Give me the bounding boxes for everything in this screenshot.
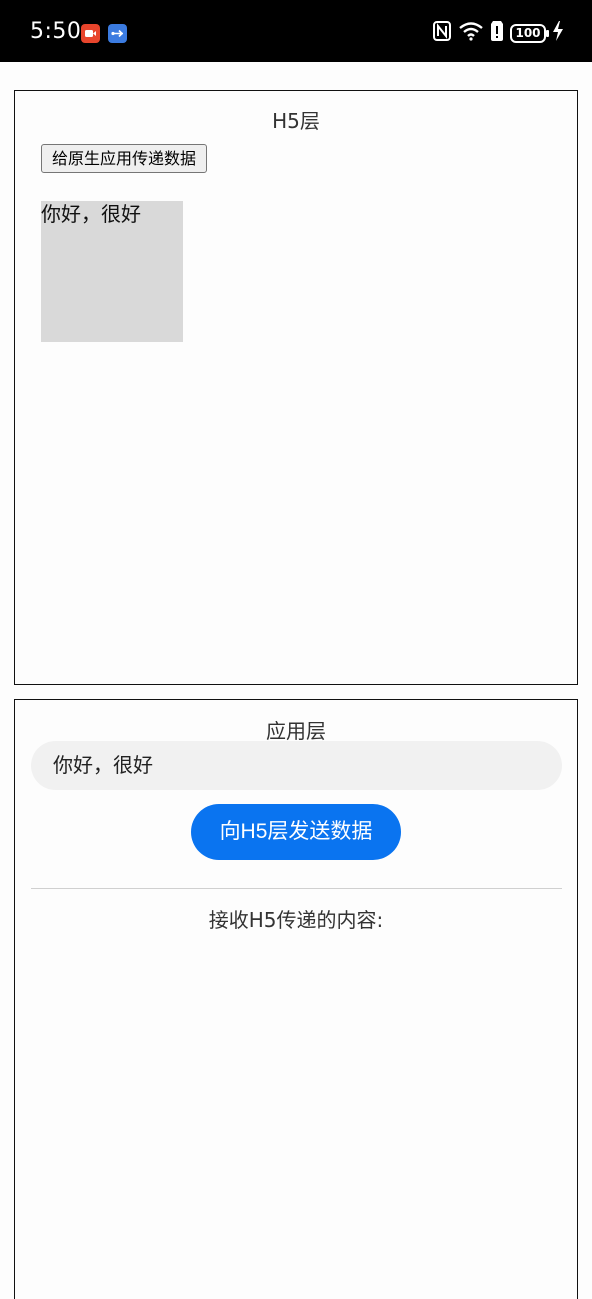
alert-icon — [490, 20, 504, 46]
charging-icon — [552, 21, 564, 45]
record-icon — [81, 24, 100, 43]
usb-icon — [108, 24, 127, 43]
h5-panel-title: H5层 — [272, 109, 320, 133]
app-panel-title: 应用层 — [266, 719, 326, 743]
battery-icon: 100 — [510, 23, 549, 43]
h5-message-box: 你好，很好 — [41, 201, 183, 342]
h5-panel: H5层 给原生应用传递数据 你好，很好 — [14, 90, 578, 685]
app-panel: 应用层 你好，很好 向H5层发送数据 接收H5传递的内容: — [14, 699, 578, 1299]
wifi-icon — [458, 21, 484, 45]
status-time: 5:50 — [30, 19, 82, 44]
send-to-h5-button[interactable]: 向H5层发送数据 — [191, 804, 401, 860]
divider — [31, 888, 562, 889]
send-to-native-button[interactable]: 给原生应用传递数据 — [41, 144, 208, 173]
message-input[interactable]: 你好，很好 — [31, 741, 562, 790]
status-bar: 5:50 100 — [0, 0, 592, 62]
receive-label: 接收H5传递的内容: — [208, 908, 384, 932]
nfc-icon — [432, 20, 452, 46]
